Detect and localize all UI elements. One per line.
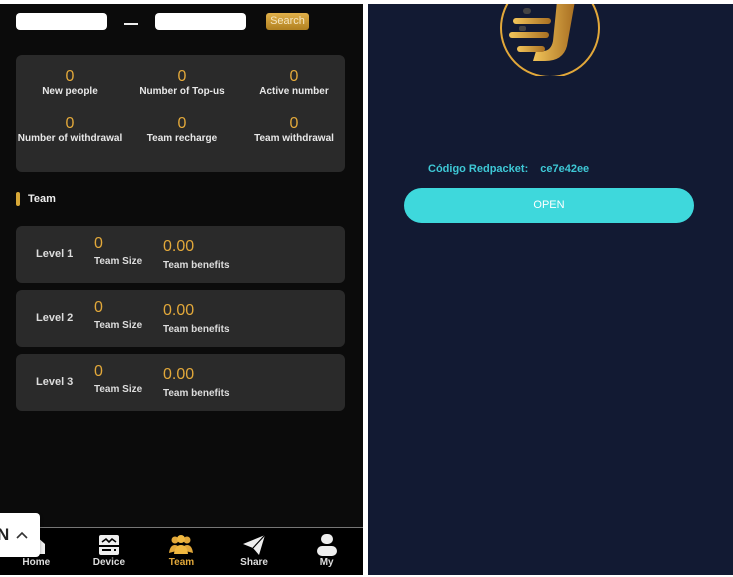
stat-team-withdrawal: 0 Team withdrawal (239, 115, 349, 145)
code-label: Código Redpacket: (428, 163, 529, 175)
stat-team-recharge: 0 Team recharge (127, 115, 237, 145)
user-icon (316, 534, 337, 556)
stat-label: Active number (259, 86, 329, 97)
nav-my[interactable]: My (290, 528, 363, 575)
team-icon (169, 535, 194, 554)
nav-device[interactable]: Device (73, 528, 146, 575)
stat-value: 0 (65, 68, 75, 85)
collapsed-widget[interactable]: N (0, 513, 40, 557)
team-size-label: Team Size (94, 320, 143, 331)
nav-label: Share (240, 557, 268, 568)
nav-label: My (319, 557, 334, 568)
brand-logo (500, 4, 600, 76)
nav-label: Device (92, 557, 126, 568)
stat-value: 0 (289, 115, 299, 132)
team-panel: Search 0 New people 0 Number of Top-us 0 Ac… (0, 4, 363, 575)
stat-withdrawals: 0 Number of withdrawal (15, 115, 125, 145)
stat-top-ups: 0 Number of Top-us (127, 68, 237, 98)
team-size-value: 0 (94, 235, 103, 252)
team-title: Team (28, 193, 56, 205)
open-button[interactable]: OPEN (404, 188, 694, 223)
team-benefits-label: Team benefits (163, 388, 230, 399)
level-card[interactable]: Level 1 0 Team Size 0.00 Team benefits (16, 226, 345, 283)
search-button[interactable]: Search (266, 13, 309, 30)
stat-label: Team withdrawal (254, 133, 334, 144)
widget-label: N (0, 525, 10, 544)
date-from-input[interactable] (16, 13, 107, 30)
team-size-value: 0 (94, 299, 103, 316)
team-size-value: 0 (94, 363, 103, 380)
accent-bar (16, 192, 20, 206)
team-size-label: Team Size (94, 384, 143, 395)
level-card[interactable]: Level 3 0 Team Size 0.00 Team benefits (16, 354, 345, 411)
stat-label: Number of withdrawal (17, 133, 123, 144)
stat-new-people: 0 New people (15, 68, 125, 98)
stat-value: 0 (65, 115, 75, 132)
nav-label: Home (22, 557, 51, 568)
redpacket-code: Código Redpacket: ce7e42ee (428, 163, 589, 175)
device-icon (98, 535, 119, 555)
nav-team[interactable]: Team (145, 528, 218, 575)
level-label: Level 3 (36, 376, 74, 388)
stat-value: 0 (177, 115, 187, 132)
paper-plane-icon (243, 534, 266, 555)
code-value: ce7e42ee (540, 163, 590, 175)
bottom-nav: Home Device Team Share My (0, 527, 363, 575)
range-dash (124, 23, 138, 25)
stat-label: Team recharge (146, 133, 218, 144)
stat-value: 0 (289, 68, 299, 85)
nav-label: Team (168, 557, 195, 568)
stat-label: New people (42, 86, 98, 97)
team-benefits-label: Team benefits (163, 324, 230, 335)
chevron-up-icon[interactable] (15, 530, 29, 540)
team-benefits-value: 0.00 (163, 302, 195, 319)
level-label: Level 1 (36, 248, 74, 260)
date-to-input[interactable] (155, 13, 246, 30)
nav-share[interactable]: Share (218, 528, 291, 575)
team-benefits-value: 0.00 (163, 238, 195, 255)
stat-label: Number of Top-us (139, 86, 225, 97)
team-benefits-label: Team benefits (163, 260, 230, 271)
redpacket-panel: Código Redpacket: ce7e42ee OPEN (368, 4, 733, 575)
stat-active-number: 0 Active number (239, 68, 349, 98)
stat-value: 0 (177, 68, 187, 85)
team-size-label: Team Size (94, 256, 143, 267)
team-benefits-value: 0.00 (163, 366, 195, 383)
stats-panel: 0 New people 0 Number of Top-us 0 Active nu… (16, 55, 345, 172)
level-card[interactable]: Level 2 0 Team Size 0.00 Team benefits (16, 290, 345, 347)
level-label: Level 2 (36, 312, 74, 324)
team-heading: Team (16, 192, 56, 206)
